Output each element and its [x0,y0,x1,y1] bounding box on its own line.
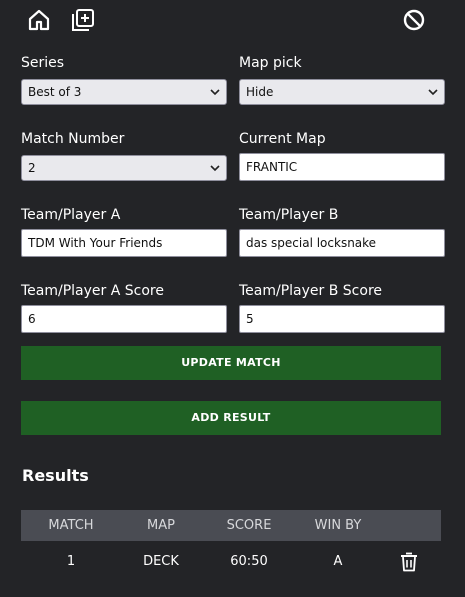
chevron-down-icon [210,89,220,96]
column-header-win-by: WIN BY [314,518,362,533]
table-row: 1 DECK 60:50 A [21,541,441,583]
team-b-label: Team/Player B [239,207,339,223]
cell-match: 1 [66,554,76,569]
team-b-field: Team/Player B das special locksnake [239,205,445,259]
update-match-button[interactable]: UPDATE MATCH [21,346,441,380]
ban-icon[interactable] [402,8,426,32]
column-header-map: MAP [147,518,175,533]
trash-icon[interactable] [400,552,418,572]
column-header-match: MATCH [48,518,94,533]
toolbar [0,0,465,40]
team-b-score-field: Team/Player B Score 5 [239,281,445,335]
map-pick-value: Hide [246,85,274,99]
match-number-field: Match Number 2 [21,129,227,183]
current-map-label: Current Map [239,131,326,147]
team-a-score-input[interactable]: 6 [21,305,227,333]
series-value: Best of 3 [28,85,82,99]
team-b-score-input[interactable]: 5 [239,305,445,333]
series-field: Series Best of 3 [21,53,227,107]
match-number-label: Match Number [21,131,125,147]
series-label: Series [21,55,65,71]
column-header-score: SCORE [226,518,272,533]
map-pick-select[interactable]: Hide [239,79,445,105]
cell-score: 60:50 [230,554,268,569]
team-b-input[interactable]: das special locksnake [239,229,445,257]
team-a-field: Team/Player A TDM With Your Friends [21,205,227,259]
team-a-score-field: Team/Player A Score 6 [21,281,227,335]
results-table: MATCH MAP SCORE WIN BY 1 DECK 60:50 A [21,510,441,583]
cell-win-by: A [333,554,343,569]
chevron-down-icon [428,89,438,96]
map-pick-label: Map pick [239,55,302,71]
current-map-field: Current Map FRANTIC [239,129,445,183]
chevron-down-icon [210,165,220,172]
series-select[interactable]: Best of 3 [21,79,227,105]
results-heading: Results [22,466,89,485]
team-a-input[interactable]: TDM With Your Friends [21,229,227,257]
add-result-button[interactable]: ADD RESULT [21,401,441,435]
home-icon[interactable] [27,8,51,32]
match-number-select[interactable]: 2 [21,155,227,181]
match-number-value: 2 [28,161,36,175]
team-a-label: Team/Player A [21,207,121,223]
current-map-input[interactable]: FRANTIC [239,153,445,181]
add-square-icon[interactable] [71,8,95,32]
team-a-score-label: Team/Player A Score [21,283,164,299]
map-pick-field: Map pick Hide [239,53,445,107]
team-b-score-label: Team/Player B Score [239,283,383,299]
cell-map: DECK [143,554,179,569]
table-header: MATCH MAP SCORE WIN BY [21,510,441,541]
